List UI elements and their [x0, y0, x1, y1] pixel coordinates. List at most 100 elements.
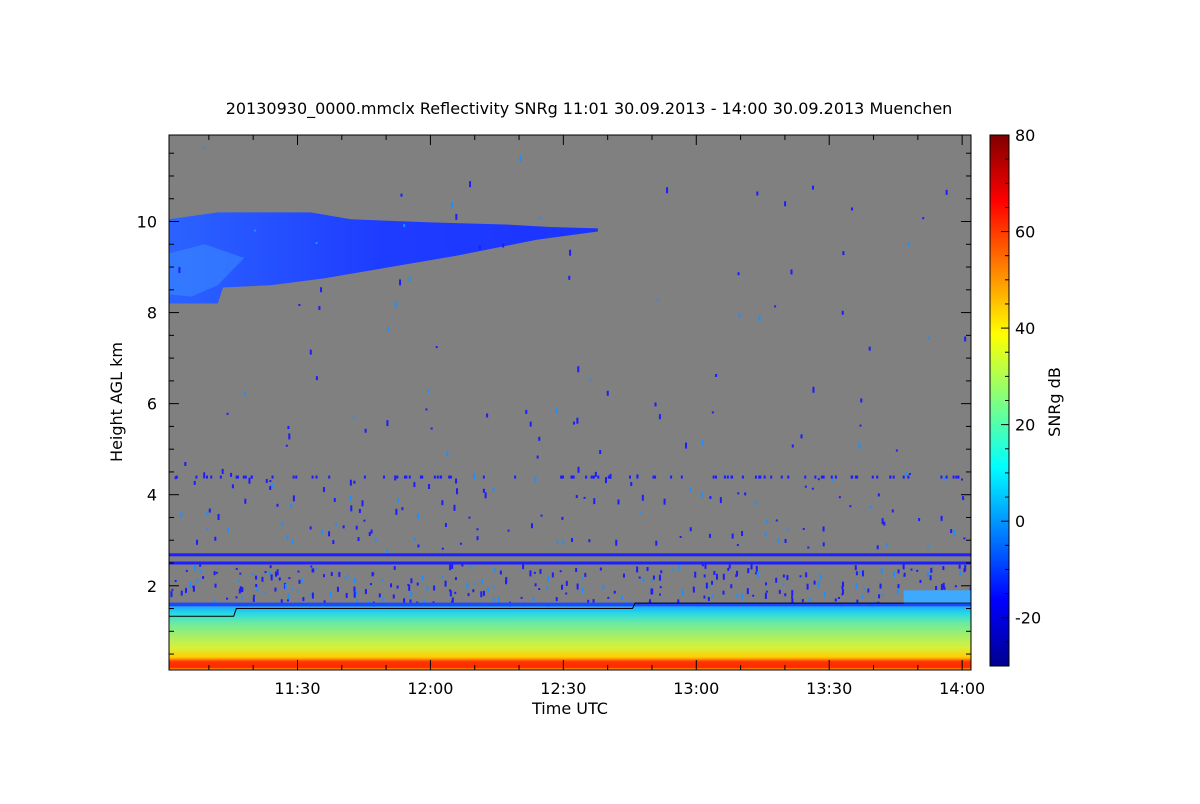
clutter-speck [775, 519, 778, 522]
clutter-speck [315, 475, 318, 479]
x-tick-label: 11:30 [274, 679, 320, 698]
clutter-speck [195, 475, 198, 479]
clutter-speck [213, 571, 216, 576]
clutter-speck [208, 508, 211, 513]
clutter-speck [834, 598, 837, 602]
clutter-speck [893, 571, 896, 578]
clutter-speck [679, 535, 682, 538]
clutter-speck [639, 511, 642, 514]
clutter-speck [333, 497, 336, 502]
clutter-speck [328, 475, 331, 479]
clutter-speck [820, 475, 823, 479]
clutter-speck [448, 475, 451, 479]
clutter-speck [243, 392, 246, 396]
clutter-speck [529, 570, 532, 577]
clutter-speck [230, 472, 233, 477]
clutter-speck [655, 540, 658, 546]
clutter-speck [476, 536, 479, 541]
clutter-speck [194, 566, 197, 571]
clutter-speck [636, 566, 639, 573]
clutter-speck [353, 480, 356, 484]
clutter-speck [421, 475, 424, 479]
clutter-speck [235, 567, 238, 570]
boundary-layer-right-patch [903, 590, 971, 604]
clutter-speck [590, 475, 593, 479]
clutter-speck [831, 478, 834, 482]
clutter-speck [660, 570, 663, 574]
clutter-speck [332, 540, 335, 545]
clutter-speck [401, 507, 404, 511]
clutter-speck [565, 580, 568, 586]
clutter-speck [791, 444, 794, 448]
clutter-speck [568, 275, 571, 280]
clutter-speck [450, 202, 453, 208]
clutter-speck [338, 571, 341, 577]
clutter-speck [408, 276, 411, 282]
clutter-speck [791, 590, 794, 597]
clutter-speck [609, 473, 612, 479]
clutter-speck [652, 575, 655, 580]
clutter-speck [244, 475, 247, 479]
clutter-speck [730, 584, 733, 589]
clutter-speck [765, 582, 768, 586]
clutter-speck [410, 578, 413, 584]
clutter-speck [444, 523, 447, 528]
clutter-speck [842, 581, 845, 587]
clutter-speck [594, 471, 597, 477]
clutter-speck [692, 586, 695, 593]
clutter-speck [396, 585, 399, 589]
clutter-speck [492, 597, 495, 602]
clutter-speck [271, 475, 274, 479]
clutter-speck [441, 500, 444, 506]
clutter-speck [638, 576, 641, 579]
clutter-speck [428, 483, 431, 489]
clutter-speck [902, 475, 905, 479]
clutter-speck [493, 586, 496, 589]
clutter-speck [746, 588, 749, 595]
clutter-speck [196, 539, 199, 545]
clutter-speck [392, 594, 395, 599]
colorbar-tick-label: 40 [1015, 319, 1035, 338]
clutter-speck [381, 579, 384, 582]
clutter-speck [322, 574, 325, 578]
x-tick-label: 12:30 [540, 679, 586, 698]
clutter-speck [270, 574, 273, 581]
clutter-speck [822, 542, 825, 547]
clutter-band-lower [169, 561, 971, 565]
colorbar-label: SNRg dB [1045, 367, 1064, 437]
clutter-speck [747, 568, 750, 574]
clutter-speck [302, 597, 305, 602]
clutter-speck [459, 542, 462, 545]
clutter-speck [200, 569, 203, 573]
clutter-speck [364, 428, 367, 433]
clutter-speck [703, 595, 706, 599]
y-tick-label: 2 [147, 577, 157, 596]
clutter-speck [659, 593, 662, 596]
chart-svg: 20130930_0000.mmclx Reflectivity SNRg 11… [107, 99, 1064, 718]
clutter-speck [349, 479, 352, 486]
clutter-speck [180, 512, 183, 518]
clutter-speck [264, 591, 267, 594]
clutter-speck [480, 591, 483, 598]
clutter-speck [942, 566, 945, 571]
clutter-speck [519, 156, 522, 163]
clutter-speck [758, 315, 761, 322]
clutter-speck [520, 596, 523, 599]
clutter-speck [329, 591, 332, 598]
x-tick-label: 12:00 [407, 679, 453, 698]
clutter-speck [935, 586, 938, 591]
clutter-speck [353, 591, 356, 598]
clutter-speck [763, 475, 766, 479]
clutter-speck [670, 475, 673, 479]
clutter-band-upper [169, 553, 971, 557]
clutter-speck [841, 593, 844, 596]
colorbar: -20 0 20 40 60 80 SNRg dB [989, 126, 1064, 667]
clutter-speck [806, 583, 809, 590]
clutter-speck [309, 349, 312, 355]
clutter-speck [754, 501, 757, 505]
clutter-speck [651, 588, 654, 595]
clutter-speck [654, 475, 657, 479]
clutter-speck [658, 574, 661, 581]
clutter-speck [575, 567, 578, 572]
clutter-speck [203, 472, 206, 479]
